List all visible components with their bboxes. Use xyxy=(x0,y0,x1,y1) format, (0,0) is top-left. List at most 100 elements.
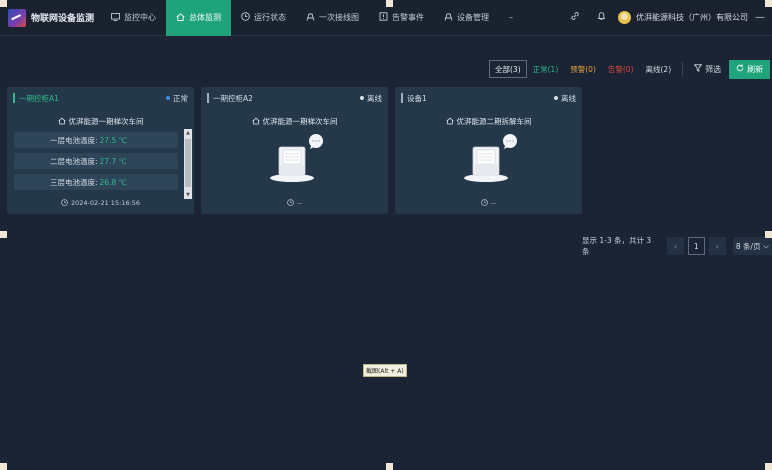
selection-handle[interactable] xyxy=(386,0,393,7)
nav-item-wiring-diagram[interactable]: 一次接线图 xyxy=(296,0,369,36)
nav-item-monitor-center[interactable]: 监控中心 xyxy=(101,0,166,36)
sensor-value: 27.5 ℃ xyxy=(99,135,128,145)
sensor-label: 三层电池温度: xyxy=(50,177,98,187)
filter-all[interactable]: 全部(3) xyxy=(489,60,527,78)
scroll-down-icon[interactable]: ▼ xyxy=(184,191,192,199)
status-label: 离线 xyxy=(367,93,382,103)
filter-offline[interactable]: 离线(2) xyxy=(640,60,678,78)
scrollbar[interactable]: ▲ ▼ xyxy=(184,129,192,199)
status-dot-icon xyxy=(360,96,364,100)
page-size-label: 8 条/页 xyxy=(735,241,761,251)
filter-screen-button[interactable]: 筛选 xyxy=(688,64,727,75)
filter-screen-label: 筛选 xyxy=(705,64,722,74)
card-location: 优湃能源一期梯次车间 xyxy=(201,116,388,127)
prev-page-button[interactable]: ‹ xyxy=(667,237,684,255)
list-item: 一层电池温度: 27.5 ℃ xyxy=(14,132,178,148)
clock-icon xyxy=(287,199,294,208)
nav-item-device-management[interactable]: 设备管理 xyxy=(434,0,499,36)
empty-data-icon xyxy=(270,134,323,182)
sensor-value: 26.8 ℃ xyxy=(99,177,128,187)
device-card[interactable]: 一期控柜A2 离线 优湃能源一期梯次车间 -- xyxy=(201,87,388,214)
card-location: 优湃能源一期梯次车间 xyxy=(7,116,194,127)
empty-data-icon xyxy=(464,134,517,182)
screenshot-tooltip: 截图(Alt + A) xyxy=(363,364,407,377)
link-icon[interactable] xyxy=(562,11,588,24)
company-name[interactable]: 优湃能源科技（广州）有限公司 xyxy=(636,12,748,23)
status-badge: 离线 xyxy=(554,93,576,104)
main-nav: 监控中心 总体监测 运行状态 一次接线图 告警事件 设备管理 – xyxy=(101,0,523,36)
device-card[interactable]: 设备1 离线 优湃能源二期拆解车间 -- xyxy=(395,87,582,214)
nav-label: 监控中心 xyxy=(124,13,156,22)
card-accent-bar xyxy=(13,93,15,103)
device-icon xyxy=(444,13,453,23)
page-size-select[interactable]: 8 条/页 xyxy=(732,237,772,255)
filter-warning[interactable]: 预警(0) xyxy=(564,60,602,78)
filter-bar: 全部(3) 正常(1) 预警(0) 告警(0) 离线(2) 筛选 刷新 xyxy=(489,59,771,79)
next-page-button[interactable]: › xyxy=(708,237,726,255)
clock-icon xyxy=(481,199,488,208)
card-timestamp: -- xyxy=(395,199,582,208)
selection-handle[interactable] xyxy=(386,463,393,470)
chevron-left-icon: ‹ xyxy=(673,241,678,251)
card-title: 设备1 xyxy=(407,93,427,103)
nav-item-overall-monitor[interactable]: 总体监测 xyxy=(166,0,231,36)
list-item: 三层电池温度: 26.8 ℃ xyxy=(14,174,178,190)
refresh-button[interactable]: 刷新 xyxy=(729,59,771,79)
home-icon xyxy=(445,117,454,127)
status-badge: 正常 xyxy=(166,93,188,104)
nav-label: 运行状态 xyxy=(254,13,286,22)
card-header: 设备1 离线 xyxy=(395,87,582,109)
nav-label: 总体监测 xyxy=(189,13,221,22)
nav-more-label: – xyxy=(509,13,513,22)
selection-handle[interactable] xyxy=(0,463,7,470)
selection-handle[interactable] xyxy=(765,463,772,470)
location-label: 优湃能源一期梯次车间 xyxy=(68,117,144,126)
selection-handle[interactable] xyxy=(0,231,7,238)
app-logo xyxy=(8,8,26,27)
timestamp-text: -- xyxy=(491,199,496,207)
card-timestamp: -- xyxy=(201,199,388,208)
pagination-info: 显示 1-3 条，共计 3 条 xyxy=(582,236,652,256)
list-item: 二层电池温度: 27.7 ℃ xyxy=(14,153,178,169)
card-title: 一期控柜A2 xyxy=(213,93,253,103)
home-icon xyxy=(251,117,260,127)
status-label: 离线 xyxy=(561,93,576,103)
location-label: 优湃能源二期拆解车间 xyxy=(456,117,532,126)
selection-handle[interactable] xyxy=(765,0,772,7)
home-icon xyxy=(57,117,66,127)
card-header: 一期控柜A1 正常 xyxy=(7,87,194,109)
nav-item-run-status[interactable]: 运行状态 xyxy=(231,0,296,36)
sensor-list: 一层电池温度: 27.5 ℃ 二层电池温度: 27.7 ℃ 三层电池温度: 26… xyxy=(14,132,185,198)
nav-item-alarm-events[interactable]: 告警事件 xyxy=(369,0,434,36)
filter-alarm[interactable]: 告警(0) xyxy=(602,60,640,78)
card-timestamp: 2024-02-21 15:16:56 xyxy=(7,199,194,208)
home-icon xyxy=(176,12,185,23)
page-number-button[interactable]: 1 xyxy=(687,237,705,255)
card-header: 一期控柜A2 离线 xyxy=(201,87,388,109)
timestamp-text: -- xyxy=(297,199,302,207)
scroll-up-icon[interactable]: ▲ xyxy=(184,129,192,137)
card-accent-bar xyxy=(207,93,209,103)
nav-label: 一次接线图 xyxy=(319,13,359,22)
sensor-value: 27.7 ℃ xyxy=(99,156,128,166)
card-title: 一期控柜A1 xyxy=(19,93,59,103)
bell-icon[interactable] xyxy=(588,11,614,24)
pagination: 显示 1-3 条，共计 3 条 ‹ 1 › 8 条/页 xyxy=(582,236,772,256)
device-card[interactable]: 一期控柜A1 正常 优湃能源一期梯次车间 一层电池温度: 27.5 ℃ 二层电池… xyxy=(7,87,194,214)
nav-label: 告警事件 xyxy=(392,13,424,22)
app-title: 物联网设备监测 xyxy=(31,14,95,24)
status-dot-icon xyxy=(554,96,558,100)
clock-icon xyxy=(61,199,68,208)
scroll-thumb[interactable] xyxy=(185,139,191,187)
chevron-down-icon xyxy=(762,242,769,251)
selection-handle[interactable] xyxy=(0,0,7,7)
sensor-label: 二层电池温度: xyxy=(50,156,98,166)
minimize-icon[interactable]: — xyxy=(748,12,772,23)
filter-normal[interactable]: 正常(1) xyxy=(527,60,565,78)
avatar[interactable] xyxy=(618,11,631,24)
nav-more[interactable]: – xyxy=(499,0,523,36)
diagram-icon xyxy=(306,13,315,23)
funnel-icon xyxy=(693,64,703,74)
selection-handle[interactable] xyxy=(765,231,772,238)
alert-icon xyxy=(379,12,388,23)
